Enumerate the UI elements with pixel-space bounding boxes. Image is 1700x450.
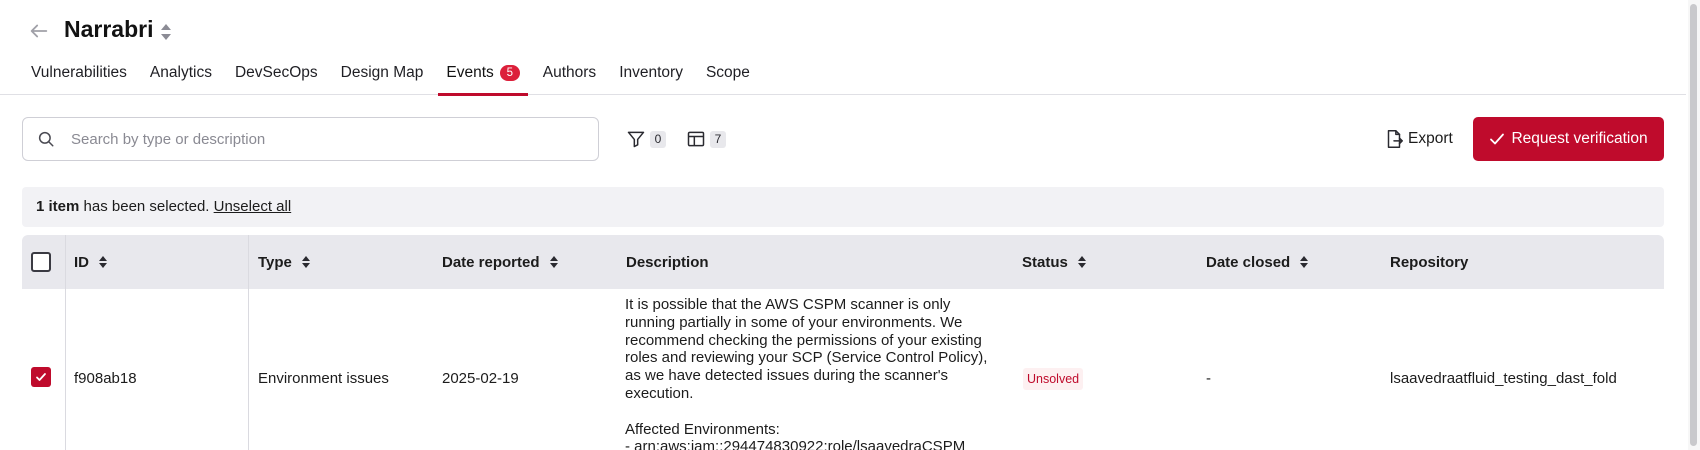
tab-devsecops[interactable]: DevSecOps xyxy=(235,58,318,95)
search-icon xyxy=(37,130,55,148)
tab-design-map[interactable]: Design Map xyxy=(341,58,424,95)
vertical-scrollbar[interactable] xyxy=(1688,0,1700,450)
column-header-repository: Repository xyxy=(1390,235,1468,289)
tab-label: Authors xyxy=(542,64,597,81)
tab-vulnerabilities[interactable]: Vulnerabilities xyxy=(31,58,127,95)
column-header-description: Description xyxy=(626,235,709,289)
column-header-label: Type xyxy=(258,253,292,271)
tab-inventory[interactable]: Inventory xyxy=(619,58,683,95)
unselect-all-link[interactable]: Unselect all xyxy=(214,198,292,215)
columns-count: 7 xyxy=(710,130,726,148)
selection-bar: 1 item has been selected. Unselect all xyxy=(22,187,1664,227)
tab-bar: Vulnerabilities Analytics DevSecOps Desi… xyxy=(31,58,773,96)
cell-type: Environment issues xyxy=(258,370,389,387)
column-header-label: Date closed xyxy=(1206,253,1291,271)
search-input[interactable] xyxy=(71,118,591,160)
column-header-label: Status xyxy=(1022,253,1068,271)
tab-label: Inventory xyxy=(619,64,683,81)
filter-count: 0 xyxy=(650,130,666,148)
tab-label: Events xyxy=(446,64,494,81)
tab-label: Scope xyxy=(705,64,750,81)
columns-button[interactable]: 7 xyxy=(686,129,726,149)
cell-repository: lsaavedraatfluid_testing_dast_fold xyxy=(1390,370,1617,387)
group-switch-icon[interactable] xyxy=(158,20,174,44)
export-button[interactable]: Export xyxy=(1383,117,1453,161)
column-header-label: Description xyxy=(626,253,709,271)
request-verification-button[interactable]: Request verification xyxy=(1473,117,1664,161)
sort-icon[interactable] xyxy=(1299,255,1309,269)
cell-id: f908ab18 xyxy=(74,370,137,387)
column-header-date-closed: Date closed xyxy=(1206,235,1309,289)
request-verification-label: Request verification xyxy=(1511,130,1648,147)
column-header-label: ID xyxy=(74,253,89,271)
tab-authors[interactable]: Authors xyxy=(543,58,596,95)
column-header-label: Date reported xyxy=(442,253,540,271)
search-box xyxy=(22,117,599,161)
tab-label: DevSecOps xyxy=(234,64,318,81)
table-row[interactable]: f908ab18 Environment issues 2025-02-19 I… xyxy=(22,289,1664,450)
column-header-date-reported: Date reported xyxy=(442,235,559,289)
cell-date-reported: 2025-02-19 xyxy=(442,370,519,387)
status-badge: Unsolved xyxy=(1023,368,1084,390)
page-title: Narrabri xyxy=(64,16,154,42)
tab-label: Analytics xyxy=(149,64,212,81)
filter-button[interactable]: 0 xyxy=(626,129,666,149)
check-icon xyxy=(1490,133,1505,145)
tab-label: Vulnerabilities xyxy=(31,64,127,81)
column-header-type: Type xyxy=(258,235,311,289)
cell-description: It is possible that the AWS CSPM scanner… xyxy=(625,296,988,450)
events-count-badge: 5 xyxy=(499,65,520,81)
column-header-id: ID xyxy=(74,235,108,289)
events-table: ID Type Date reported Description Status… xyxy=(22,235,1664,450)
back-arrow-icon[interactable] xyxy=(28,20,50,42)
sort-icon[interactable] xyxy=(98,255,108,269)
column-header-status: Status xyxy=(1022,235,1087,289)
tab-scope[interactable]: Scope xyxy=(706,58,750,95)
row-checkbox[interactable] xyxy=(31,367,51,387)
table-header: ID Type Date reported Description Status… xyxy=(22,235,1664,289)
tab-analytics[interactable]: Analytics xyxy=(150,58,212,95)
checkmark-icon xyxy=(36,373,46,381)
filter-icon xyxy=(626,129,646,149)
tab-events[interactable]: Events 5 xyxy=(438,58,529,96)
column-header-label: Repository xyxy=(1390,253,1469,271)
sort-icon[interactable] xyxy=(549,255,559,269)
cell-date-closed: - xyxy=(1206,370,1211,387)
page-header: Narrabri Vulnerabilities Analytics DevSe… xyxy=(0,0,1686,96)
selected-count: 1 item xyxy=(36,198,80,215)
export-file-icon xyxy=(1387,130,1403,148)
selection-message: has been selected. xyxy=(79,198,214,215)
scrollbar-thumb[interactable] xyxy=(1690,4,1697,446)
select-all-checkbox[interactable] xyxy=(31,252,51,272)
sort-icon[interactable] xyxy=(301,255,311,269)
sort-icon[interactable] xyxy=(1077,255,1087,269)
export-label: Export xyxy=(1408,130,1453,147)
columns-icon xyxy=(686,129,706,149)
tab-label: Design Map xyxy=(340,64,424,81)
